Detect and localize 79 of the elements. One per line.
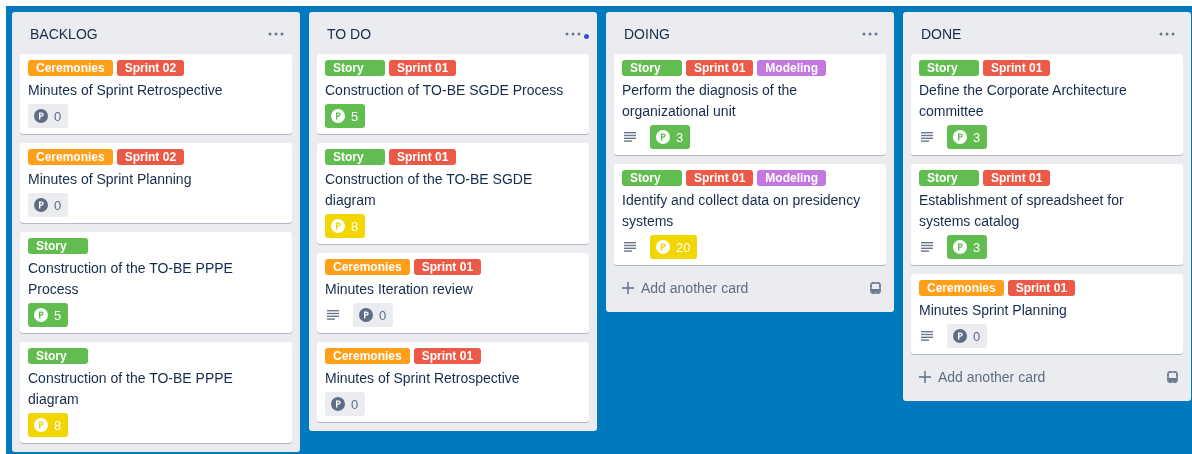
list-title: BACKLOG <box>30 26 98 42</box>
card-label: Sprint 01 <box>389 149 457 165</box>
card-label: Sprint 01 <box>413 348 482 364</box>
card-label: Sprint 01 <box>686 60 754 76</box>
points-badge: 5 <box>28 303 69 327</box>
card-title: Minutes of Sprint Retrospective <box>325 369 521 388</box>
card-label: Sprint 01 <box>686 170 754 186</box>
template-icon[interactable] <box>869 281 882 295</box>
card-title: Construction of TO-BE SGDE Process <box>325 81 565 100</box>
points-icon <box>331 219 345 233</box>
card-label: Sprint 01 <box>983 60 1051 76</box>
list-title: TO DO <box>327 26 372 42</box>
card-label: Ceremonies <box>28 149 113 165</box>
more-icon[interactable] <box>862 32 878 36</box>
points-badge: 0 <box>353 303 394 327</box>
points-badge: 0 <box>28 193 69 217</box>
card-label: Story <box>28 348 88 364</box>
points-badge: 0 <box>28 104 69 128</box>
card-label: Ceremonies <box>325 348 410 364</box>
card-title: Minutes of Sprint Retrospective <box>28 81 224 100</box>
card-label: Story <box>919 60 979 76</box>
card-title: Define the Corporate Architecture committee <box>919 81 1128 121</box>
card-title: Construction of the TO-BE PPPE diagram <box>28 369 234 409</box>
card-label: Story <box>622 60 682 76</box>
points-badge: 5 <box>325 104 366 128</box>
card-label: Ceremonies <box>28 60 113 76</box>
add-card-button[interactable]: Add another card <box>622 276 749 300</box>
card-title: Perform the diagnosis of the organizational unit <box>622 81 799 121</box>
points-badge: 20 <box>650 235 698 259</box>
card-title: Construction of the TO-BE PPPE Process <box>28 259 234 299</box>
points-icon <box>656 240 670 254</box>
plus-icon <box>622 282 634 294</box>
points-icon <box>331 397 345 411</box>
points-badge: 3 <box>947 235 988 259</box>
card-label: Sprint 02 <box>116 149 185 165</box>
add-card-button[interactable]: Add another card <box>919 365 1046 389</box>
card-label: Modeling <box>757 60 827 76</box>
points-icon <box>953 240 967 254</box>
card-title: Minutes of Sprint Planning <box>28 170 193 189</box>
more-icon[interactable] <box>268 32 284 36</box>
card-label: Ceremonies <box>919 280 1004 296</box>
points-icon <box>359 308 373 322</box>
card-label: Story <box>622 170 682 186</box>
points-icon <box>953 130 967 144</box>
template-icon[interactable] <box>1166 370 1179 384</box>
card-title: Construction of the TO-BE SGDE diagram <box>325 170 534 210</box>
more-icon[interactable] <box>565 32 581 36</box>
points-badge: 0 <box>325 392 366 416</box>
points-badge: 3 <box>650 125 691 149</box>
card-label: Sprint 01 <box>389 60 457 76</box>
points-badge: 0 <box>947 324 988 348</box>
card-label: Sprint 01 <box>983 170 1051 186</box>
card-label: Sprint 01 <box>413 259 482 275</box>
more-icon[interactable] <box>1159 32 1175 36</box>
card-title: Minutes Sprint Planning <box>919 301 1068 320</box>
points-icon <box>953 329 967 343</box>
card-label: Story <box>325 60 385 76</box>
card-title: Identify and collect data on presidency systems <box>622 191 862 231</box>
plus-icon <box>919 371 931 383</box>
card-label: Sprint 01 <box>1007 280 1076 296</box>
points-icon <box>34 308 48 322</box>
points-badge: 8 <box>325 214 366 238</box>
points-icon <box>34 109 48 123</box>
points-badge: 8 <box>28 413 69 437</box>
card-title: Minutes Iteration review <box>325 280 474 299</box>
card-label: Story <box>919 170 979 186</box>
points-badge: 3 <box>947 125 988 149</box>
card-label: Modeling <box>757 170 827 186</box>
card-label: Story <box>28 238 88 254</box>
points-icon <box>331 109 345 123</box>
card-label: Sprint 02 <box>116 60 185 76</box>
card-title: Establishment of spreadsheet for systems catalog <box>919 191 1125 231</box>
points-icon <box>656 130 670 144</box>
points-icon <box>34 418 48 432</box>
list-title: DONE <box>921 26 962 42</box>
points-icon <box>34 198 48 212</box>
card-label: Story <box>325 149 385 165</box>
card-label: Ceremonies <box>325 259 410 275</box>
list-title: DOING <box>624 26 670 42</box>
